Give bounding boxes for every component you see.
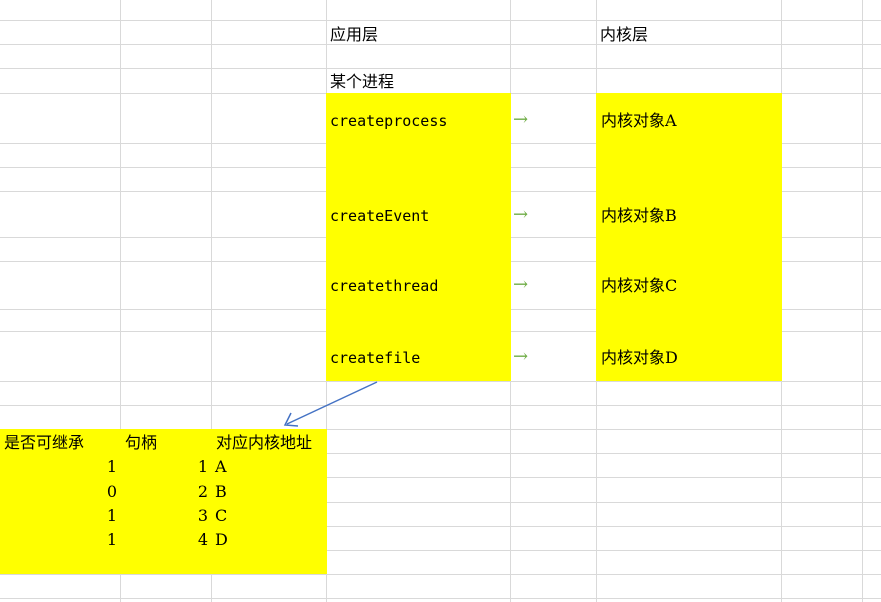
table-header-kernel-address: 对应内核地址 <box>216 433 313 452</box>
connector-arrow-icon <box>283 381 378 427</box>
table-cell-handle[interactable]: 1 <box>178 457 208 477</box>
table-cell-inherit[interactable]: 0 <box>87 482 117 502</box>
table-cell-handle[interactable]: 4 <box>178 530 208 550</box>
table-cell-inherit[interactable]: 1 <box>87 457 117 477</box>
table-cell-handle[interactable]: 3 <box>178 506 208 526</box>
table-header-inheritable: 是否可继承 <box>4 433 85 452</box>
table-cell-inherit[interactable]: 1 <box>87 530 117 550</box>
table-cell-address[interactable]: C <box>215 506 227 526</box>
table-header-handle: 句柄 <box>125 433 158 452</box>
spreadsheet-grid[interactable]: 应用层 内核层 某个进程 createprocess → 内核对象A creat… <box>0 0 881 602</box>
table-cell-address[interactable]: B <box>215 482 227 502</box>
table-cell-address[interactable]: D <box>215 530 228 550</box>
table-cell-address[interactable]: A <box>215 457 227 477</box>
table-cell-inherit[interactable]: 1 <box>87 506 117 526</box>
table-cell-handle[interactable]: 2 <box>178 482 208 502</box>
